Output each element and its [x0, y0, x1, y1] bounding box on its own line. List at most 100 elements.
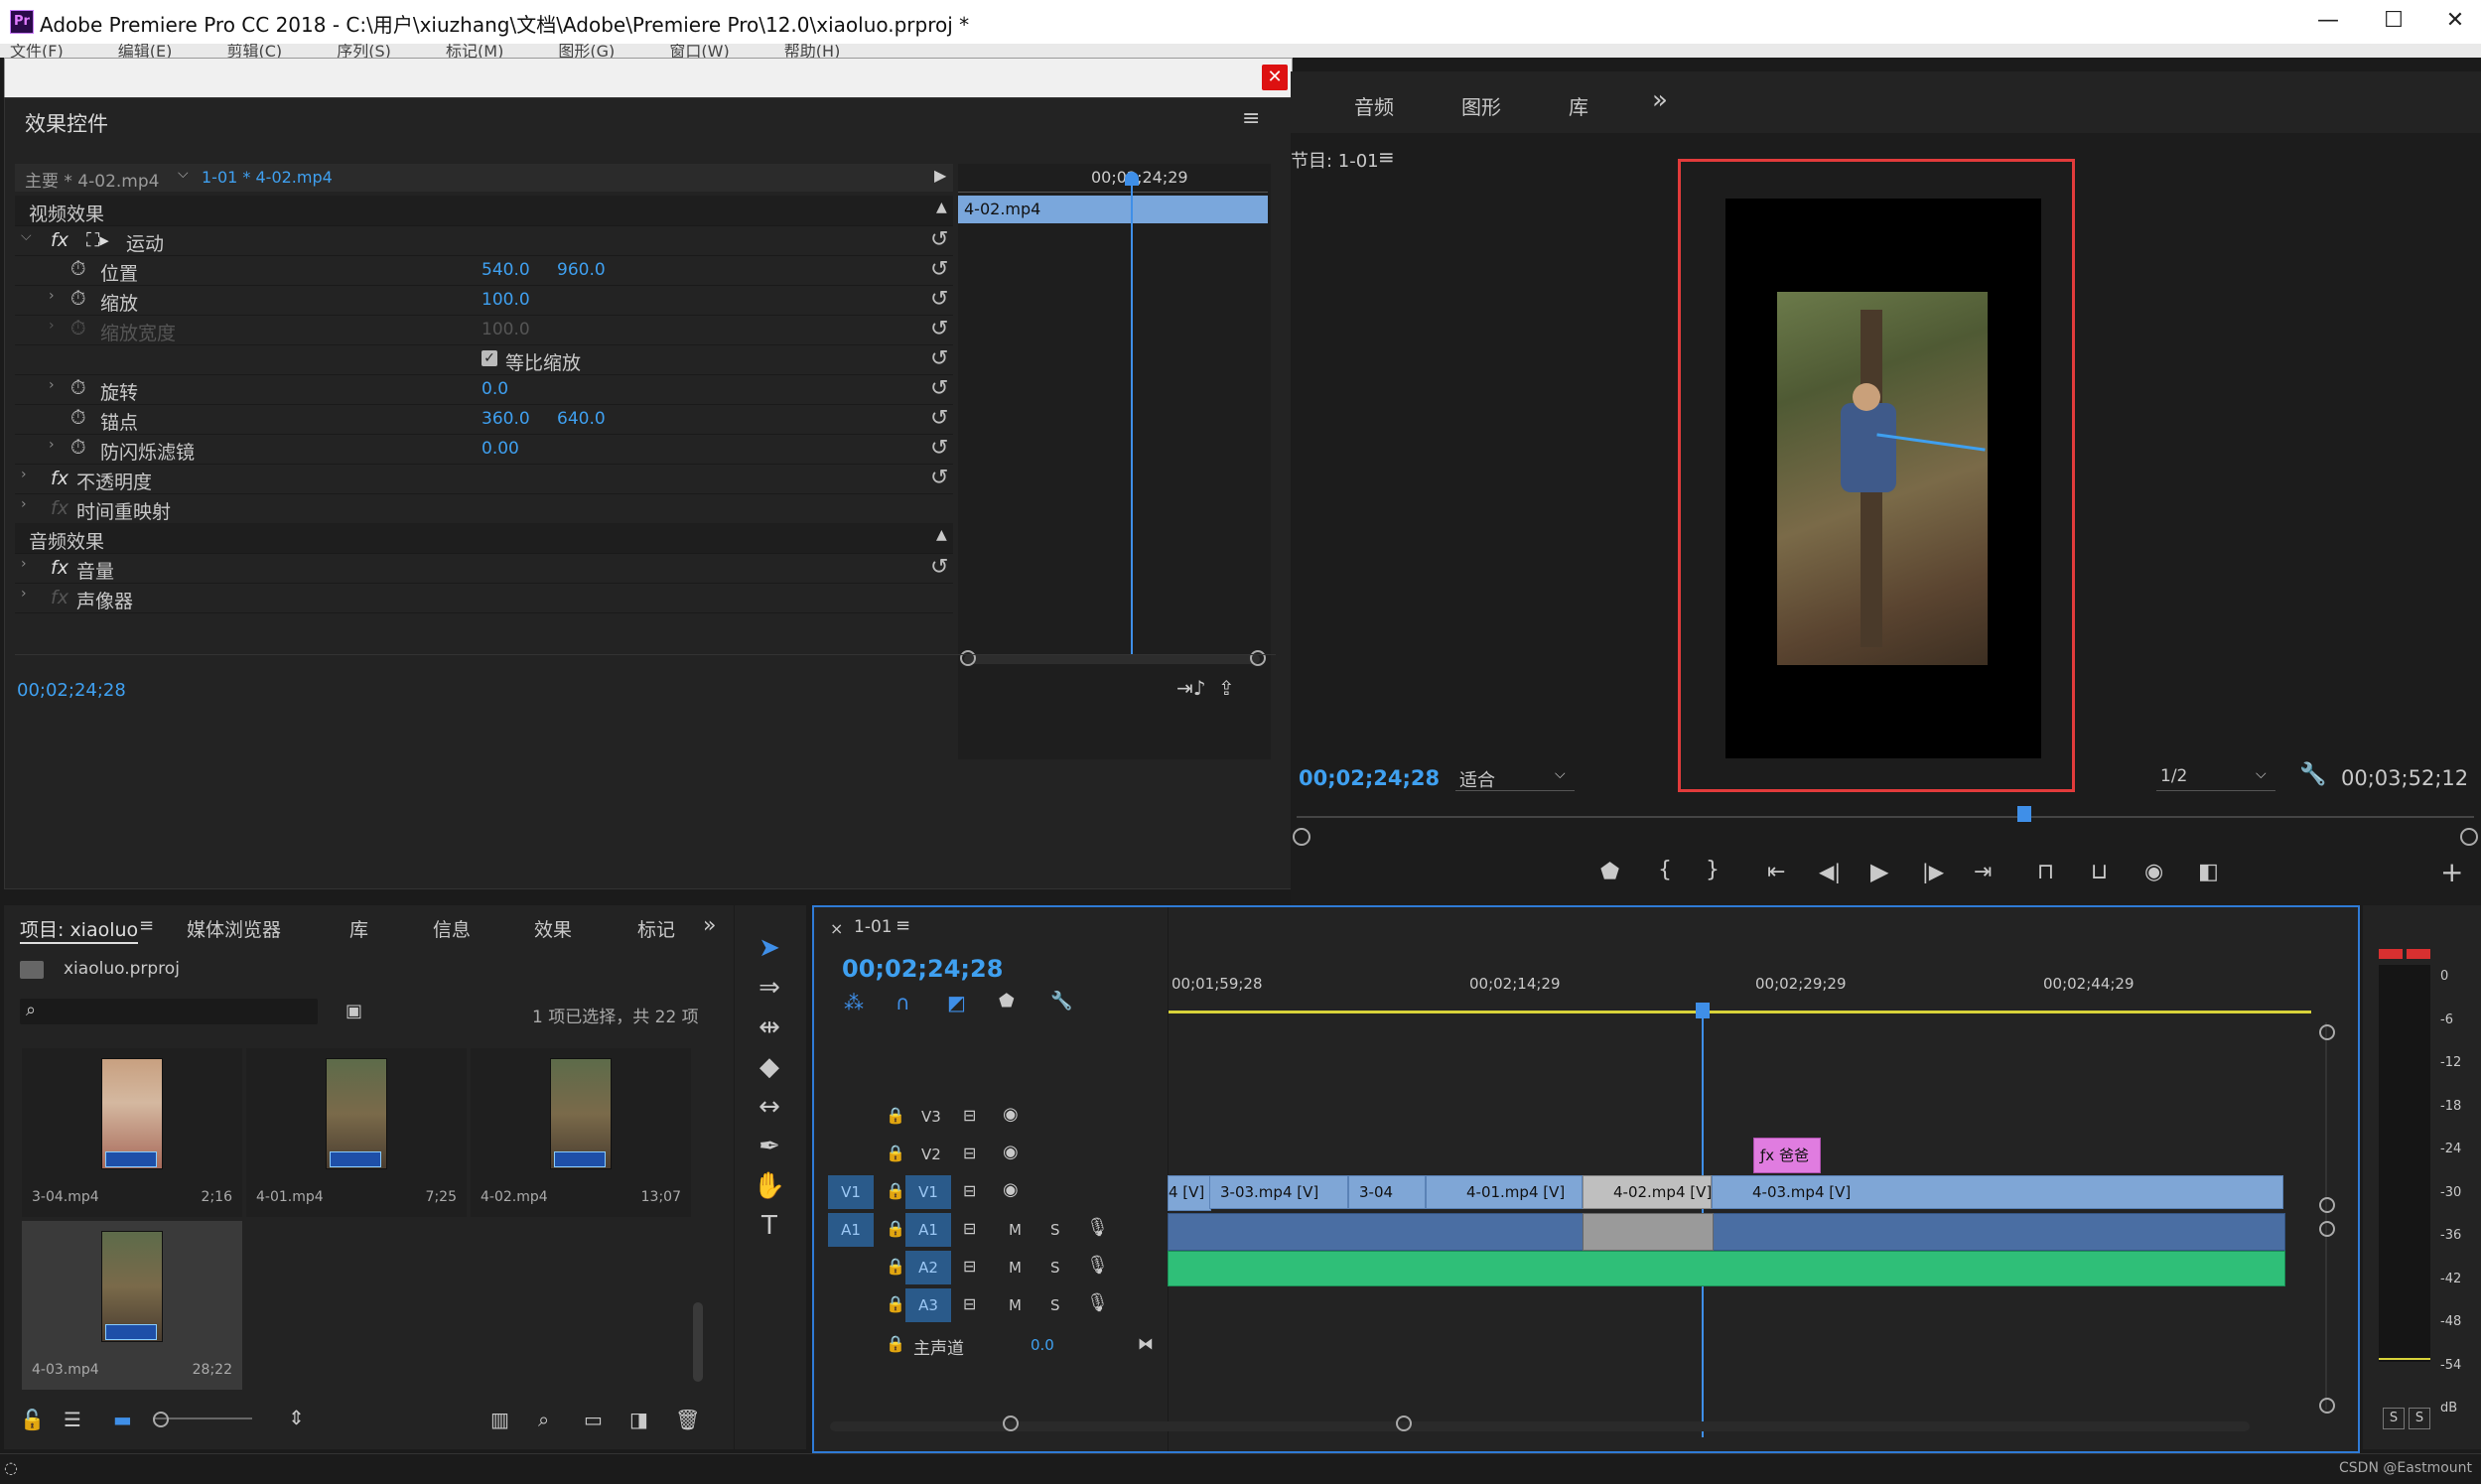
new-item-icon[interactable]: ◨: [629, 1408, 648, 1431]
expand-chevron-icon[interactable]: ›: [49, 437, 55, 453]
rotation-value[interactable]: 0.0: [482, 379, 508, 399]
fit-dropdown[interactable]: 适合 ⌵: [1455, 764, 1575, 791]
timeline-timecode[interactable]: 00;02;24;28: [842, 955, 1003, 983]
tab-library[interactable]: 库: [349, 915, 368, 942]
reset-icon[interactable]: ↺: [930, 346, 948, 371]
track-lock-icon[interactable]: 🔒: [886, 1144, 905, 1162]
menu-graphics[interactable]: 图形(G): [558, 44, 615, 58]
position-y-value[interactable]: 960.0: [557, 260, 606, 280]
effect-timeline[interactable]: 00;02;24;29 4-02.mp4: [958, 164, 1271, 759]
v1-clip[interactable]: 4-01.mp4 [V]: [1426, 1175, 1583, 1209]
tab-project[interactable]: 项目: xiaoluo: [20, 915, 139, 944]
compare-icon[interactable]: ◧: [2198, 860, 2219, 884]
panel-menu-icon[interactable]: ≡: [1378, 145, 1395, 169]
menu-sequence[interactable]: 序列(S): [337, 44, 391, 58]
tab-graphics[interactable]: 图形: [1461, 91, 1501, 120]
automate-to-sequence-icon[interactable]: ▥: [490, 1408, 509, 1431]
program-scrubber[interactable]: [1297, 816, 2474, 818]
mute-button[interactable]: M: [1009, 1221, 1022, 1239]
v1-clip[interactable]: 3-04: [1348, 1175, 1426, 1209]
stopwatch-icon[interactable]: ⏱: [70, 286, 86, 310]
collapse-up-icon[interactable]: ▲: [936, 527, 947, 543]
scroll-handle-right[interactable]: [1396, 1416, 1412, 1431]
current-timecode[interactable]: 00;02;24;28: [17, 680, 126, 701]
panel-menu-icon[interactable]: ≡: [1242, 106, 1260, 131]
step-forward-icon[interactable]: |▶: [1922, 860, 1944, 883]
add-button-icon[interactable]: +: [2440, 856, 2463, 888]
scrub-handle-left[interactable]: [1293, 828, 1310, 846]
maximize-button[interactable]: ☐: [2369, 6, 2418, 36]
track-lock-icon[interactable]: 🔒: [886, 1219, 905, 1238]
stopwatch-icon[interactable]: ⏱: [70, 375, 86, 399]
transform-icon[interactable]: ⛶▸: [86, 229, 109, 251]
panel-menu-icon[interactable]: ≡: [139, 915, 154, 936]
menu-file[interactable]: 文件(F): [10, 44, 64, 58]
stopwatch-icon[interactable]: ⏱: [70, 435, 86, 459]
expand-chevron-icon[interactable]: ›: [49, 377, 55, 393]
go-to-in-icon[interactable]: ⇤: [1767, 860, 1785, 884]
mark-out-icon[interactable]: }: [1706, 858, 1720, 882]
solo-button[interactable]: S: [1050, 1259, 1060, 1277]
solo-button[interactable]: S: [1050, 1221, 1060, 1239]
tab-info[interactable]: 信息: [433, 915, 471, 942]
master-clip-label[interactable]: 主要 * 4-02.mp4: [25, 167, 159, 192]
menu-window[interactable]: 窗口(W): [669, 44, 729, 58]
zoom-slider-handle[interactable]: [153, 1412, 169, 1427]
reset-icon[interactable]: ↺: [930, 466, 948, 490]
reset-icon[interactable]: ↺: [930, 257, 948, 282]
vscroll-handle[interactable]: [2319, 1398, 2335, 1414]
v1-clip[interactable]: 3-03.mp4 [V]: [1209, 1175, 1348, 1209]
new-bin-from-search-icon[interactable]: ▣: [345, 1001, 362, 1021]
sync-lock-icon[interactable]: ⊟: [963, 1294, 976, 1313]
playhead-handle[interactable]: [1125, 172, 1139, 186]
project-item[interactable]: 3-04.mp4 2;16: [22, 1048, 242, 1217]
close-window-button[interactable]: ✕: [2430, 6, 2480, 36]
selection-tool-icon[interactable]: ➤: [753, 933, 786, 967]
camera-icon[interactable]: ◉: [2144, 860, 2163, 884]
lift-icon[interactable]: ⊓: [2037, 860, 2054, 884]
scroll-handle-right[interactable]: [1250, 650, 1266, 666]
add-marker-icon[interactable]: ⬟: [1600, 860, 1619, 884]
microphone-icon[interactable]: 🎙: [1086, 1292, 1109, 1313]
expand-chevron-icon[interactable]: ›: [21, 586, 27, 602]
anchor-y-value[interactable]: 640.0: [557, 409, 606, 429]
tab-markers[interactable]: 标记: [637, 915, 675, 942]
v1-clip[interactable]: 4-03.mp4 [V]: [1712, 1175, 2283, 1209]
resolution-dropdown[interactable]: 1/2 ⌵: [2156, 764, 2275, 791]
more-tabs-icon[interactable]: »: [1652, 85, 1668, 115]
track-select-tool-icon[interactable]: ⇒: [753, 973, 786, 1007]
panel-menu-icon[interactable]: ≡: [896, 915, 910, 936]
v1-clip[interactable]: 4 [V]: [1168, 1175, 1211, 1211]
settings-wrench-icon[interactable]: 🔧: [1050, 991, 1072, 1012]
menu-marker[interactable]: 标记(M): [446, 44, 503, 58]
antiflicker-value[interactable]: 0.00: [482, 439, 519, 459]
type-tool-icon[interactable]: T: [753, 1211, 786, 1245]
project-item-selected[interactable]: 4-03.mp4 28;22: [22, 1221, 242, 1390]
expand-chevron-icon[interactable]: ›: [21, 467, 27, 482]
microphone-icon[interactable]: 🎙: [1086, 1217, 1109, 1238]
nest-icon[interactable]: ◩: [947, 991, 966, 1014]
minimize-button[interactable]: —: [2303, 6, 2353, 36]
go-to-out-icon[interactable]: ⇥: [1974, 860, 1992, 884]
scroll-handle-left[interactable]: [1003, 1416, 1019, 1431]
clip-indicator-left[interactable]: [2379, 949, 2403, 959]
stopwatch-icon[interactable]: ⏱: [70, 256, 86, 280]
expand-chevron-icon[interactable]: ›: [21, 496, 27, 512]
motion-row[interactable]: ⌵ fx ⛶▸ 运动 ↺: [15, 225, 953, 256]
linked-selection-icon[interactable]: ∩: [896, 991, 910, 1014]
project-item[interactable]: 4-02.mp4 13;07: [471, 1048, 691, 1217]
close-sequence-icon[interactable]: ×: [830, 919, 843, 938]
export-icon[interactable]: ⇪: [1218, 676, 1235, 700]
opacity-row[interactable]: › fx 不透明度 ↺: [15, 464, 953, 494]
tab-effects[interactable]: 效果: [534, 915, 572, 942]
solo-right-button[interactable]: S: [2409, 1408, 2430, 1429]
tab-library[interactable]: 库: [1569, 91, 1588, 120]
razor-tool-icon[interactable]: ◆: [753, 1052, 786, 1086]
program-timecode[interactable]: 00;02;24;28: [1299, 766, 1440, 790]
mark-in-icon[interactable]: {: [1658, 858, 1672, 882]
track-name[interactable]: A2: [905, 1251, 951, 1284]
menu-help[interactable]: 帮助(H): [784, 44, 841, 58]
source-patch-a1[interactable]: A1: [828, 1213, 874, 1247]
time-remap-row[interactable]: › fx 时间重映射: [15, 493, 953, 524]
wrench-icon[interactable]: 🔧: [2299, 762, 2326, 787]
